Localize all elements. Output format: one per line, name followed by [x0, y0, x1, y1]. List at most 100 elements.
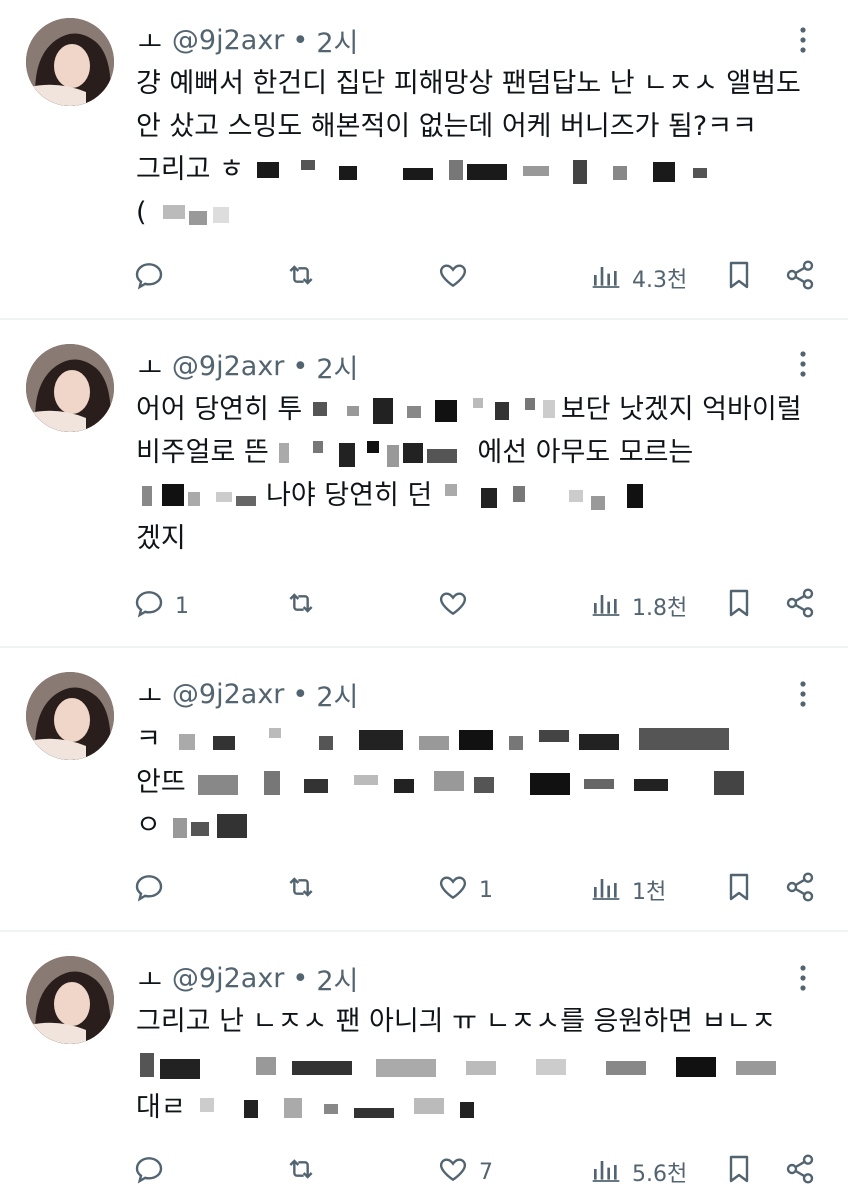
censored-text — [136, 1051, 796, 1081]
bookmark-button[interactable] — [723, 258, 755, 298]
share-icon — [784, 1153, 816, 1191]
bookmark-icon — [723, 587, 755, 625]
retweet-button[interactable] — [285, 586, 317, 626]
bookmark-icon — [723, 1153, 755, 1191]
retweet-button[interactable] — [285, 870, 317, 910]
handle[interactable]: @9j2axr — [172, 963, 284, 994]
display-name[interactable]: ㅗ — [138, 348, 162, 385]
share-button[interactable] — [784, 1152, 816, 1192]
post[interactable]: ㅗ @9j2axr • 2시 걍 예뻐서 한건디 집단 피해망상 팬덤답노 난 … — [0, 0, 848, 320]
heart-icon — [437, 1153, 469, 1191]
views-icon — [590, 871, 622, 909]
separator-dot: • — [292, 350, 309, 382]
like-button[interactable]: 7 — [437, 1152, 493, 1192]
avatar[interactable] — [26, 672, 114, 760]
heart-icon — [437, 259, 469, 297]
action-bar: 7 5.6천 — [0, 1152, 848, 1192]
like-button[interactable] — [437, 586, 479, 626]
post-line: 비주얼로 뜬 — [136, 437, 278, 468]
separator-dot: • — [292, 24, 309, 56]
views-count: 4.3천 — [632, 268, 688, 293]
bookmark-button[interactable] — [723, 586, 755, 626]
views-button[interactable]: 5.6천 — [590, 1152, 687, 1192]
censored-text — [169, 812, 259, 842]
display-name[interactable]: ㅗ — [138, 676, 162, 713]
views-button[interactable]: 4.3천 — [590, 258, 687, 298]
timestamp[interactable]: 2시 — [316, 21, 358, 60]
post-text: 어어 당연히 투 보단 낫겠지 억바이럴 비주얼로 뜬 에선 아무도 모르는 나… — [136, 388, 826, 560]
share-button[interactable] — [784, 586, 816, 626]
post-header: ㅗ @9j2axr • 2시 — [138, 346, 358, 386]
post-text: 걍 예뻐서 한건디 집단 피해망상 팬덤답노 난 ㄴㅈㅅ 앨범도 안 샀고 스밍… — [136, 62, 826, 234]
reply-button[interactable] — [133, 258, 175, 298]
censored-text — [194, 769, 784, 799]
post[interactable]: ㅗ @9j2axr • 2시 그리고 난 ㄴㅈㅅ 팬 아니긔 ㅠ ㄴㅈㅅ를 응원… — [0, 932, 848, 1200]
avatar[interactable] — [26, 18, 114, 106]
more-icon[interactable] — [788, 962, 818, 994]
reply-button[interactable] — [133, 1152, 175, 1192]
reply-button[interactable] — [133, 870, 175, 910]
retweet-button[interactable] — [285, 1152, 317, 1192]
like-button[interactable]: 1 — [437, 870, 493, 910]
post-header: ㅗ @9j2axr • 2시 — [138, 958, 358, 998]
reply-count: 1 — [175, 593, 189, 619]
timestamp[interactable]: 2시 — [316, 675, 358, 714]
censored-text — [169, 726, 739, 756]
post-line: 어어 당연히 투 — [136, 394, 303, 425]
censored-text — [136, 482, 266, 512]
post-line: 그리고 난 ㄴㅈㅅ 팬 아니긔 ㅠ ㄴㅈㅅ를 응원하면 ㅂㄴㅈ — [136, 1006, 776, 1037]
handle[interactable]: @9j2axr — [172, 25, 284, 56]
share-button[interactable] — [784, 870, 816, 910]
views-icon — [590, 587, 622, 625]
more-icon[interactable] — [788, 678, 818, 710]
censored-text — [253, 156, 753, 186]
censored-text — [277, 439, 477, 469]
views-button[interactable]: 1천 — [590, 870, 666, 910]
share-button[interactable] — [784, 258, 816, 298]
bookmark-icon — [723, 259, 755, 297]
more-icon[interactable] — [788, 348, 818, 380]
more-icon[interactable] — [788, 24, 818, 56]
views-button[interactable]: 1.8천 — [590, 586, 687, 626]
retweet-icon — [285, 259, 317, 297]
retweet-button[interactable] — [285, 258, 317, 298]
post[interactable]: ㅗ @9j2axr • 2시 ㅋ 안뜨 ㅇ 1 1천 — [0, 648, 848, 932]
heart-icon — [437, 587, 469, 625]
reply-icon — [133, 587, 165, 625]
reply-button[interactable]: 1 — [133, 586, 189, 626]
post-line: ㅋ — [136, 724, 161, 755]
handle[interactable]: @9j2axr — [172, 679, 284, 710]
display-name[interactable]: ㅗ — [138, 960, 162, 997]
bookmark-button[interactable] — [723, 1152, 755, 1192]
handle[interactable]: @9j2axr — [172, 351, 284, 382]
post-line: ( — [136, 197, 147, 228]
avatar[interactable] — [26, 344, 114, 432]
action-bar: 1 1천 — [0, 870, 848, 910]
censored-text — [155, 199, 265, 229]
retweet-icon — [285, 587, 317, 625]
reply-icon — [133, 871, 165, 909]
post-line: 대ㄹ — [136, 1092, 186, 1123]
timestamp[interactable]: 2시 — [316, 959, 358, 998]
post-line: 안 샀고 스밍도 해본적이 없는데 어케 버니즈가 됨?ㅋㅋ — [136, 111, 757, 142]
separator-dot: • — [292, 962, 309, 994]
post-line: 걍 예뻐서 한건디 집단 피해망상 팬덤답노 난 ㄴㅈㅅ 앨범도 — [136, 68, 801, 99]
post[interactable]: ㅗ @9j2axr • 2시 어어 당연히 투 보단 낫겠지 억바이럴 비주얼로… — [0, 320, 848, 648]
views-icon — [590, 259, 622, 297]
post-line-tail: 나야 당연히 던 — [266, 480, 433, 511]
post-text: ㅋ 안뜨 ㅇ — [136, 718, 826, 847]
timestamp[interactable]: 2시 — [316, 347, 358, 386]
like-count: 1 — [479, 877, 493, 903]
like-button[interactable] — [437, 258, 479, 298]
bookmark-icon — [723, 871, 755, 909]
post-line: ㅇ — [136, 810, 161, 841]
post-line-tail: 보단 낫겠지 억바이럴 — [560, 394, 802, 425]
post-line: 안뜨 — [136, 767, 186, 798]
post-line-tail: 에선 아무도 모르는 — [477, 437, 694, 468]
censored-text — [194, 1094, 494, 1124]
censored-text — [441, 482, 661, 512]
censored-text — [311, 396, 561, 426]
bookmark-button[interactable] — [723, 870, 755, 910]
display-name[interactable]: ㅗ — [138, 22, 162, 59]
avatar[interactable] — [26, 956, 114, 1044]
